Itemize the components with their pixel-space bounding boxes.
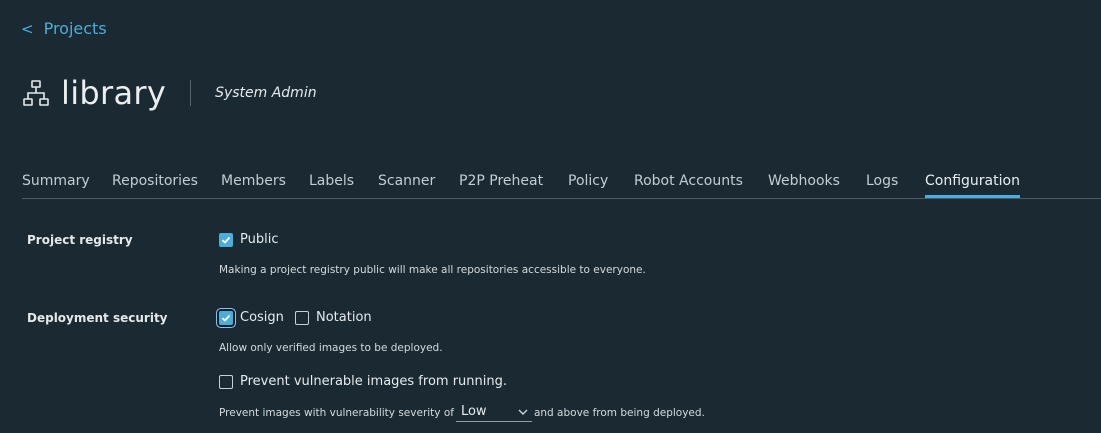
- deployment-security-help: Allow only verified images to be deploye…: [219, 342, 443, 354]
- severity-select[interactable]: Low: [455, 404, 532, 422]
- project-hierarchy-icon: [23, 80, 49, 106]
- notation-checkbox[interactable]: Notation: [295, 310, 372, 325]
- tab-summary[interactable]: Summary: [22, 166, 90, 197]
- header-divider: [190, 80, 192, 106]
- tab-p2p-preheat[interactable]: P2P Preheat: [459, 166, 543, 197]
- prevent-vulnerable-checkbox[interactable]: Prevent vulnerable images from running.: [219, 374, 507, 389]
- tab-configuration[interactable]: Configuration: [925, 166, 1020, 198]
- checkbox-unchecked-icon: [295, 310, 309, 325]
- severity-select-value: Low: [460, 404, 487, 419]
- project-registry-label: Project registry: [27, 233, 133, 247]
- cosign-checkbox[interactable]: Cosign: [217, 308, 284, 327]
- tab-repositories[interactable]: Repositories: [112, 166, 198, 197]
- chevron-down-icon: [518, 409, 528, 415]
- tab-labels[interactable]: Labels: [309, 166, 354, 197]
- checkbox-checked-icon: [219, 232, 233, 247]
- tab-logs[interactable]: Logs: [866, 166, 898, 197]
- cosign-checkbox-label: Cosign: [240, 310, 284, 325]
- tab-members[interactable]: Members: [221, 166, 286, 197]
- deployment-security-label: Deployment security: [27, 311, 168, 325]
- severity-prefix: Prevent images with vulnerability severi…: [219, 407, 454, 419]
- back-chevron-icon: <: [21, 19, 34, 38]
- user-role: System Admin: [215, 85, 317, 101]
- back-link-label: Projects: [43, 19, 107, 38]
- project-tabs: Summary Repositories Members Labels Scan…: [22, 166, 1101, 199]
- severity-sentence: Prevent images with vulnerability severi…: [219, 404, 705, 422]
- public-checkbox-label: Public: [240, 232, 279, 247]
- back-to-projects-link[interactable]: < Projects: [21, 19, 107, 38]
- public-checkbox[interactable]: Public: [219, 232, 278, 247]
- notation-checkbox-label: Notation: [316, 310, 372, 325]
- tab-robot-accounts[interactable]: Robot Accounts: [634, 166, 743, 197]
- project-registry-help: Making a project registry public will ma…: [219, 264, 646, 276]
- page-title: library: [61, 74, 167, 112]
- tab-scanner[interactable]: Scanner: [378, 166, 435, 197]
- checkbox-unchecked-icon: [219, 374, 233, 389]
- tab-policy[interactable]: Policy: [568, 166, 608, 197]
- project-header: library System Admin: [22, 74, 317, 112]
- severity-suffix: and above from being deployed.: [533, 407, 705, 419]
- checkbox-checked-icon: [217, 308, 235, 327]
- tab-webhooks[interactable]: Webhooks: [768, 166, 840, 197]
- prevent-vulnerable-label: Prevent vulnerable images from running.: [240, 374, 507, 389]
